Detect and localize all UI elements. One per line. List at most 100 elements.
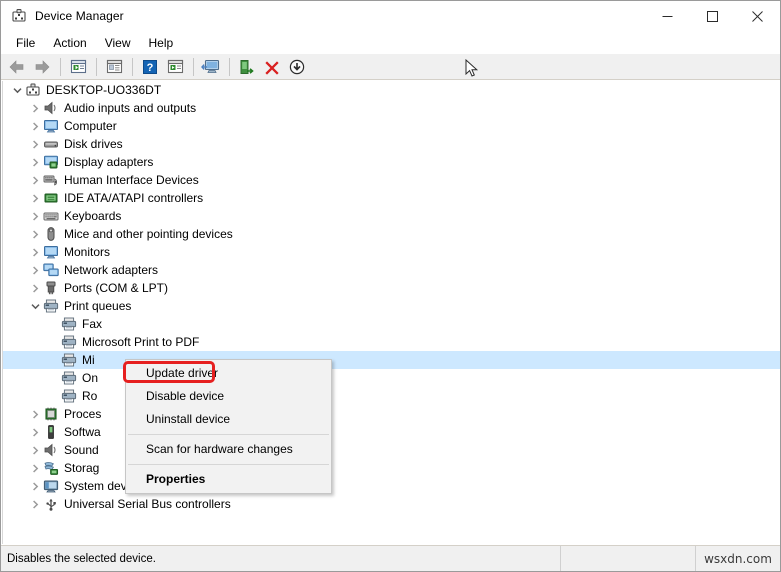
tree-row-monitors[interactable]: Monitors [3, 243, 780, 261]
tree-row-microsoft-print-to-pdf[interactable]: Microsoft Print to PDF [3, 333, 780, 351]
menu-view[interactable]: View [96, 33, 140, 53]
tree-row-root[interactable]: DESKTOP-UO336DT [3, 81, 780, 99]
chevron-right-icon[interactable] [27, 495, 43, 513]
tree-row-display-adapters[interactable]: Display adapters [3, 153, 780, 171]
context-menu-item-scan-for-hardware-changes[interactable]: Scan for hardware changes [126, 438, 331, 461]
tree-item-label: Disk drives [64, 137, 123, 151]
tree-row-ide-ata-atapi-controllers[interactable]: IDE ATA/ATAPI controllers [3, 189, 780, 207]
display-adapter-icon [43, 154, 59, 170]
svg-text:?: ? [147, 62, 154, 74]
chevron-down-icon[interactable] [9, 81, 25, 99]
printer-icon [61, 352, 77, 368]
tree-row-proces[interactable]: Proces [3, 405, 780, 423]
tree-row-system-devices[interactable]: System devices [3, 477, 780, 495]
menu-help[interactable]: Help [140, 33, 183, 53]
menu-action[interactable]: Action [44, 33, 95, 53]
chevron-right-icon[interactable] [27, 153, 43, 171]
chevron-right-icon[interactable] [27, 423, 43, 441]
help-button[interactable]: ? [138, 56, 162, 78]
chevron-right-icon[interactable] [27, 225, 43, 243]
tree-item-label: Computer [64, 119, 117, 133]
chevron-right-icon[interactable] [27, 117, 43, 135]
tree-row-ro[interactable]: Ro [3, 387, 780, 405]
tree-item-label: Monitors [64, 245, 111, 259]
tree-row-mice-and-other-pointing-devices[interactable]: Mice and other pointing devices [3, 225, 780, 243]
monitor-icon [43, 244, 59, 260]
tree-row-fax[interactable]: Fax [3, 315, 780, 333]
system-device-icon [43, 478, 59, 494]
tree-row-disk-drives[interactable]: Disk drives [3, 135, 780, 153]
tree-row-mi[interactable]: Mi [3, 351, 780, 369]
disable-device-button[interactable] [285, 56, 309, 78]
chevron-right-icon[interactable] [27, 135, 43, 153]
port-icon [43, 280, 59, 296]
tree-item-label: Fax [82, 317, 103, 331]
watermark-label: wsxdn.com [704, 551, 772, 566]
tree-row-universal-serial-bus-controllers[interactable]: Universal Serial Bus controllers [3, 495, 780, 513]
tree-row-computer[interactable]: Computer [3, 117, 780, 135]
properties-button[interactable] [102, 56, 126, 78]
tree-row-sound[interactable]: Sound [3, 441, 780, 459]
tree-item-label: Display adapters [64, 155, 154, 169]
tree-root-label: DESKTOP-UO336DT [46, 83, 162, 97]
window-controls [645, 1, 780, 31]
device-tree-panel[interactable]: DESKTOP-UO336DT Audio inputs and outputs… [2, 81, 780, 544]
tree-row-storag[interactable]: Storag [3, 459, 780, 477]
uninstall-device-button[interactable] [260, 56, 284, 78]
tree-row-on[interactable]: On [3, 369, 780, 387]
chevron-right-icon[interactable] [27, 459, 43, 477]
chevron-right-icon[interactable] [27, 207, 43, 225]
maximize-button[interactable] [690, 1, 735, 31]
tree-item-label: Microsoft Print to PDF [82, 335, 200, 349]
context-menu-item-update-driver[interactable]: Update driver [126, 362, 331, 385]
context-menu[interactable]: Update driver Disable device Uninstall d… [125, 359, 332, 494]
tree-item-label: Ro [82, 389, 98, 403]
menu-file[interactable]: File [7, 33, 44, 53]
update-driver-button[interactable] [235, 56, 259, 78]
tree-item-label: Keyboards [64, 209, 122, 223]
printer-icon [43, 298, 59, 314]
forward-button[interactable] [30, 56, 54, 78]
show-hidden-devices-button[interactable] [163, 56, 187, 78]
chevron-right-icon[interactable] [27, 243, 43, 261]
minimize-button[interactable] [645, 1, 690, 31]
tree-row-print-queues[interactable]: Print queues [3, 297, 780, 315]
tree-row-network-adapters[interactable]: Network adapters [3, 261, 780, 279]
tree-row-audio-inputs-and-outputs[interactable]: Audio inputs and outputs [3, 99, 780, 117]
storage-controller-icon [43, 460, 59, 476]
speaker-icon [43, 442, 59, 458]
tree-item-label: Ports (COM & LPT) [64, 281, 169, 295]
chevron-right-icon[interactable] [27, 171, 43, 189]
tree-row-softwa[interactable]: Softwa [3, 423, 780, 441]
tree-item-label: Mi [82, 353, 95, 367]
toolbar: ? [1, 54, 780, 80]
chevron-right-icon[interactable] [27, 477, 43, 495]
device-manager-icon [11, 8, 27, 24]
chevron-down-icon[interactable] [27, 297, 43, 315]
tree-row-keyboards[interactable]: Keyboards [3, 207, 780, 225]
context-menu-item-disable-device[interactable]: Disable device [126, 385, 331, 408]
chevron-right-icon[interactable] [27, 99, 43, 117]
chevron-right-icon[interactable] [27, 279, 43, 297]
up-one-level-button[interactable] [66, 56, 90, 78]
scan-for-hardware-changes-button[interactable] [199, 56, 223, 78]
tree-item-label: Human Interface Devices [64, 173, 199, 187]
chevron-right-icon[interactable] [27, 405, 43, 423]
context-menu-item-uninstall-device[interactable]: Uninstall device [126, 408, 331, 431]
device-tree-list: Audio inputs and outputs Computer Disk dri… [3, 99, 780, 513]
toolbar-separator-4 [193, 57, 194, 76]
chevron-right-icon[interactable] [27, 189, 43, 207]
chevron-right-icon[interactable] [27, 261, 43, 279]
close-button[interactable] [735, 1, 780, 31]
monitor-icon [43, 118, 59, 134]
tree-item-label: Network adapters [64, 263, 159, 277]
toolbar-separator-2 [96, 57, 97, 76]
context-menu-item-properties[interactable]: Properties [126, 468, 331, 491]
back-button[interactable] [5, 56, 29, 78]
tree-row-ports-com-lpt[interactable]: Ports (COM & LPT) [3, 279, 780, 297]
chevron-right-icon[interactable] [27, 441, 43, 459]
tree-row-human-interface-devices[interactable]: Human Interface Devices [3, 171, 780, 189]
